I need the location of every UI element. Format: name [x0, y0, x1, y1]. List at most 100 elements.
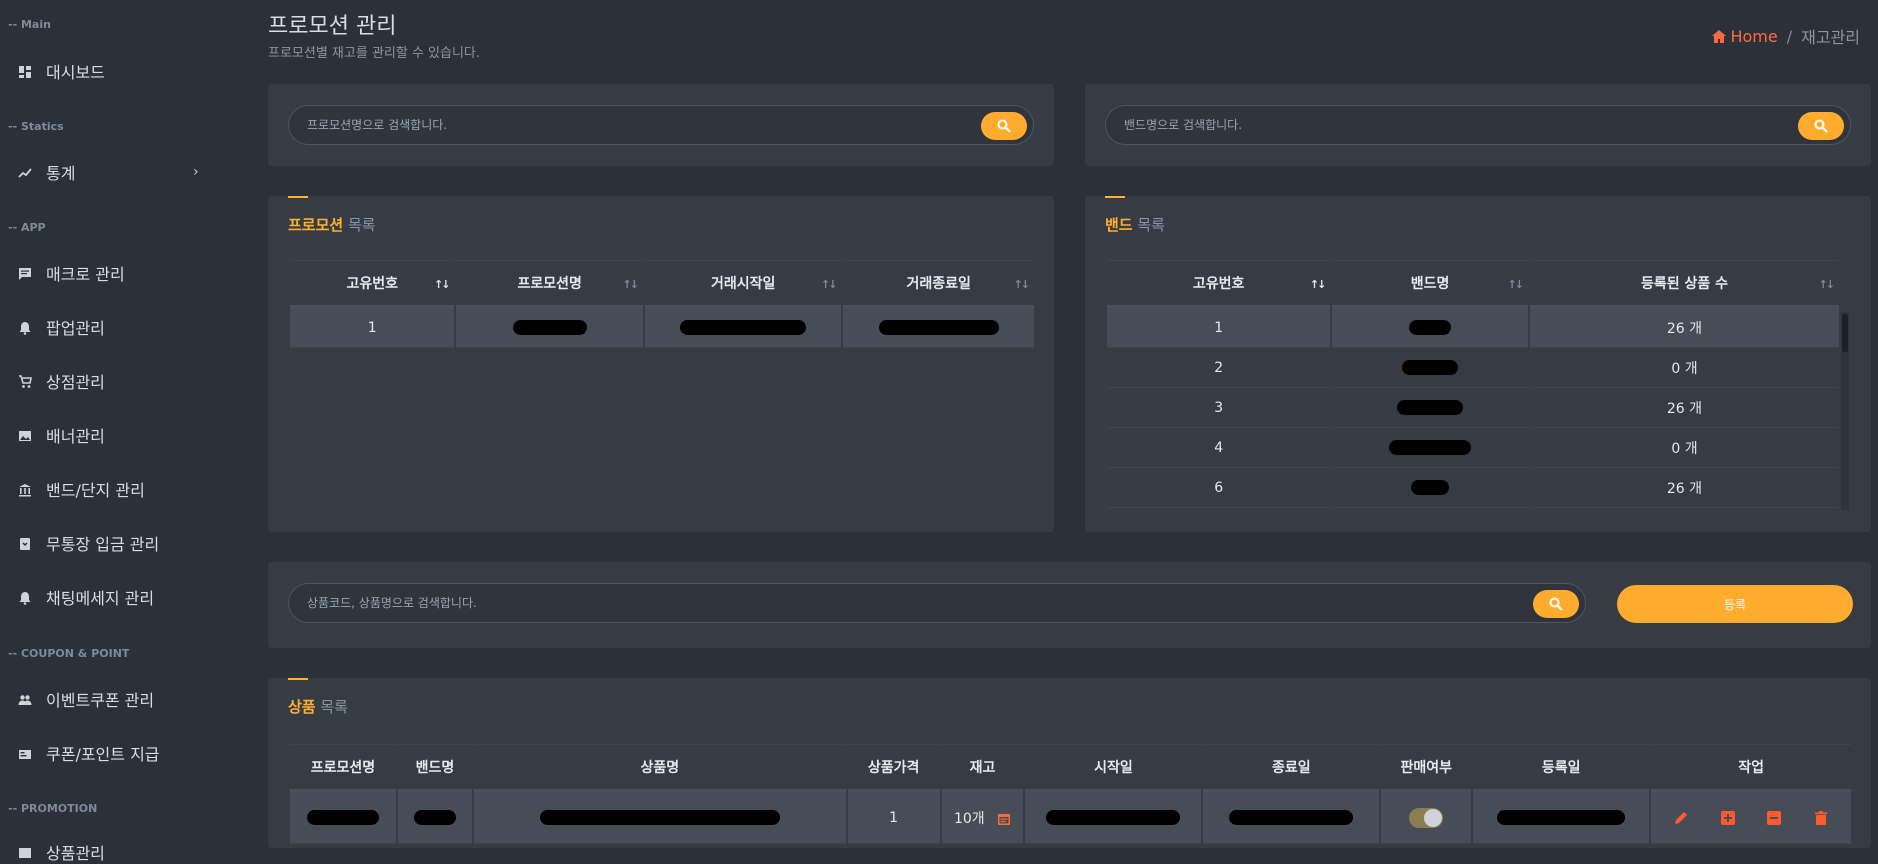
column-header[interactable]: 거래시작일 ↑↓ [644, 260, 842, 308]
edit-icon[interactable] [1673, 810, 1689, 826]
column-header[interactable]: 등록일 [1473, 744, 1650, 792]
column-header[interactable]: 상품가격 [847, 744, 940, 792]
table-row[interactable]: 1 10개 [290, 792, 1851, 844]
sidebar-item-deposit[interactable]: 무통장 입금 관리 [18, 531, 159, 555]
sidebar-item-product[interactable]: 상품관리 [18, 840, 105, 864]
column-header[interactable]: 밴드명 ↑↓ [1332, 260, 1528, 308]
image-icon [18, 428, 32, 442]
cell-redacted [1203, 792, 1380, 844]
band-search-button[interactable] [1798, 112, 1844, 140]
cell-redacted [1332, 388, 1528, 428]
sidebar-item-banner[interactable]: 배너관리 [18, 423, 105, 447]
cell-redacted [1332, 468, 1528, 508]
column-header[interactable]: 등록된 상품 수 ↑↓ [1529, 260, 1839, 308]
cell-count: 26 개 [1529, 468, 1839, 508]
sidebar-item-label: 매크로 관리 [46, 265, 125, 284]
sidebar-item-label: 통계 [46, 164, 76, 183]
column-header[interactable]: 고유번호 ↑↓ [1107, 260, 1331, 308]
sidebar-item-chat[interactable]: 채팅메세지 관리 [18, 585, 154, 609]
cell-actions [1651, 792, 1851, 844]
column-header[interactable]: 작업 [1651, 744, 1851, 792]
sidebar-item-macro[interactable]: 매크로 관리 [18, 261, 125, 285]
sort-icon[interactable]: ↑↓ [1508, 278, 1525, 291]
column-header[interactable]: 시작일 [1025, 744, 1202, 792]
cell-id: 1 [1107, 308, 1331, 348]
table-row[interactable]: 6 26 개 [1107, 468, 1839, 508]
column-header[interactable]: 상품명 [473, 744, 846, 792]
breadcrumb: Home / 재고관리 [1712, 24, 1860, 48]
cell-redacted [456, 308, 643, 348]
sidebar-item-shop[interactable]: 상점관리 [18, 369, 105, 393]
band-list-card: 밴드 목록 고유번호 ↑↓ 밴드명 ↑↓ 등록된 상품 수 ↑↓ 1 26 개 2 [1085, 196, 1871, 532]
sidebar-item-coupon-point[interactable]: 쿠폰/포인트 지급 [18, 741, 160, 765]
band-table-scrollbar[interactable] [1841, 312, 1849, 510]
table-row[interactable]: 1 26 개 [1107, 308, 1839, 348]
cell-id: 4 [1107, 428, 1331, 468]
cell-redacted [1332, 348, 1528, 388]
sort-icon[interactable]: ↑↓ [1014, 278, 1031, 291]
cell-count: 26 개 [1529, 308, 1839, 348]
sidebar-item-stats[interactable]: 통계 › [18, 160, 208, 184]
column-header-label: 프로모션명 [517, 276, 582, 292]
cell-sale-toggle [1381, 792, 1472, 844]
sidebar-section-main: -- Main [8, 18, 51, 31]
title-rest: 목록 [343, 216, 376, 234]
sidebar-item-label: 팝업관리 [46, 319, 105, 338]
sidebar-item-popup[interactable]: 팝업관리 [18, 315, 105, 339]
promotion-search-button[interactable] [981, 112, 1027, 140]
table-row[interactable]: 1 [290, 308, 1034, 348]
product-search-button[interactable] [1533, 590, 1579, 618]
table-row[interactable]: 2 0 개 [1107, 348, 1839, 388]
cell-redacted [843, 308, 1034, 348]
breadcrumb-home-label: Home [1730, 26, 1778, 46]
sort-icon[interactable]: ↑↓ [434, 278, 451, 291]
image-icon [18, 845, 32, 859]
sort-icon[interactable]: ↑↓ [1819, 278, 1836, 291]
sidebar-section-statics: -- Statics [8, 120, 64, 133]
band-search-input[interactable] [1106, 106, 1850, 144]
delete-icon[interactable] [1813, 810, 1829, 826]
sort-icon[interactable]: ↑↓ [1310, 278, 1327, 291]
column-header[interactable]: 종료일 [1203, 744, 1380, 792]
sort-icon[interactable]: ↑↓ [623, 278, 640, 291]
home-icon [1712, 29, 1727, 43]
register-button[interactable]: 등록 [1617, 585, 1853, 623]
breadcrumb-current: 재고관리 [1801, 28, 1860, 47]
search-icon [997, 119, 1011, 133]
promotion-search-input[interactable] [289, 106, 1033, 144]
column-header[interactable]: 프로모션명 [290, 744, 396, 792]
sort-icon[interactable]: ↑↓ [821, 278, 838, 291]
product-search-input[interactable] [289, 584, 1585, 622]
sidebar-item-label: 밴드/단지 관리 [46, 481, 145, 500]
cell-count: 0 개 [1529, 428, 1839, 468]
sidebar-item-dashboard[interactable]: 대시보드 [18, 59, 105, 83]
breadcrumb-home[interactable]: Home [1712, 26, 1778, 46]
remove-icon[interactable] [1766, 810, 1782, 826]
band-search-bar [1105, 105, 1851, 145]
sidebar-item-event-coupon[interactable]: 이벤트쿠폰 관리 [18, 687, 154, 711]
sale-toggle[interactable] [1409, 807, 1444, 828]
accent-line [288, 196, 308, 198]
add-icon[interactable] [1720, 810, 1736, 826]
stock-value: 10개 [953, 810, 985, 827]
cell-stock: 10개 [941, 792, 1024, 844]
scrollbar-thumb[interactable] [1842, 314, 1848, 352]
product-list-card: 상품 목록 프로모션명 밴드명 상품명 상품가격 재고 시작일 종료일 판매여부… [268, 678, 1871, 848]
column-header[interactable]: 거래종료일 ↑↓ [843, 260, 1034, 308]
table-row[interactable]: 4 0 개 [1107, 428, 1839, 468]
table-row[interactable]: 3 26 개 [1107, 388, 1839, 428]
column-header[interactable]: 프로모션명 ↑↓ [456, 260, 643, 308]
column-header[interactable]: 고유번호 ↑↓ [290, 260, 455, 308]
cell-redacted [1025, 792, 1202, 844]
promotion-search-bar [288, 105, 1034, 145]
column-header[interactable]: 판매여부 [1381, 744, 1472, 792]
cell-id: 1 [290, 308, 455, 348]
column-header-label: 고유번호 [1192, 276, 1245, 292]
column-header[interactable]: 재고 [941, 744, 1024, 792]
cell-redacted [1332, 308, 1528, 348]
sidebar-item-label: 채팅메세지 관리 [46, 589, 155, 608]
column-header[interactable]: 밴드명 [397, 744, 472, 792]
sidebar-section-promotion: -- PROMOTION [8, 802, 98, 815]
sidebar-item-band[interactable]: 밴드/단지 관리 [18, 477, 145, 501]
calendar-icon[interactable] [997, 812, 1011, 826]
